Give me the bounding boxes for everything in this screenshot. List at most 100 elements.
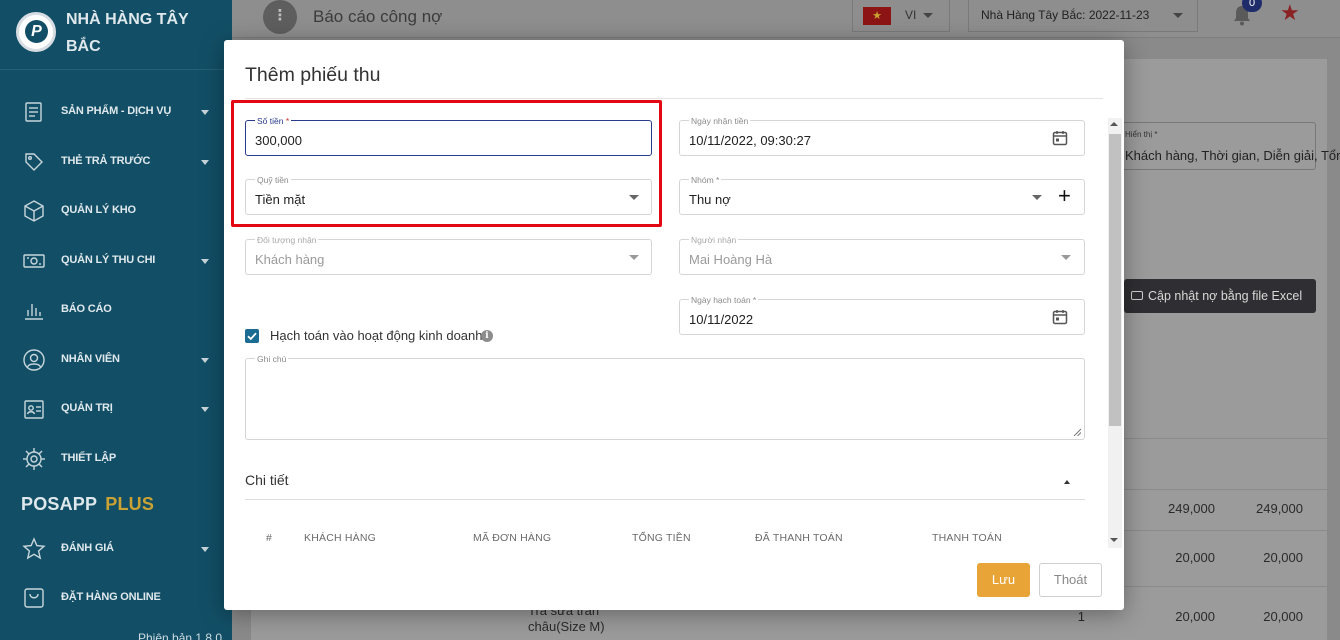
chevron-down-icon xyxy=(201,259,209,264)
table-divider xyxy=(1124,489,1328,490)
exit-button[interactable]: Thoát xyxy=(1039,563,1102,597)
sidebar-item-admin[interactable]: QUẢN TRỊ xyxy=(0,389,232,429)
sidebar-item-settings[interactable]: THIẾT LẬP xyxy=(0,439,232,479)
sidebar-item-cashflow[interactable]: QUẢN LÝ THU CHI xyxy=(0,241,232,281)
more-menu-button[interactable]: ⋮ xyxy=(263,0,297,34)
scroll-down-arrow-icon[interactable] xyxy=(1110,538,1118,542)
sidebar-item-label: QUẢN TRỊ xyxy=(61,402,113,414)
excel-update-button[interactable]: Cập nhật nợ bằng file Excel xyxy=(1124,279,1316,313)
sidebar-item-products[interactable]: SẢN PHẨM - DỊCH VỤ xyxy=(0,92,232,132)
sidebar-item-warehouse[interactable]: QUẢN LÝ KHO xyxy=(0,191,232,231)
flag-star: ★ xyxy=(872,10,882,22)
received-date-field[interactable]: Ngày nhận tiền 10/11/2022, 09:30:27 xyxy=(679,116,1085,156)
column-header-payment: THANH TOÁN xyxy=(932,532,1002,544)
table-divider xyxy=(1124,530,1328,531)
group-select[interactable]: Nhóm * Thu nợ + xyxy=(679,175,1085,215)
products-icon xyxy=(22,100,46,124)
accounting-date-field[interactable]: Ngày hạch toán * 10/11/2022 xyxy=(679,295,1085,335)
gear-icon xyxy=(22,447,46,471)
add-group-button[interactable]: + xyxy=(1058,185,1071,207)
notes-textarea[interactable]: Ghi chú xyxy=(245,354,1085,440)
table-cell: 20,000 xyxy=(1175,550,1215,565)
chevron-down-icon xyxy=(201,407,209,412)
posapp-plus-section-title: POSAPP PLUS xyxy=(21,494,154,515)
table-cell: châu(Size M) xyxy=(528,619,605,634)
column-header-customer: KHÁCH HÀNG xyxy=(304,532,377,544)
brand-name: NHÀ HÀNG TÂY BẮC xyxy=(66,11,189,55)
sidebar-item-reviews[interactable]: ĐÁNH GIÁ xyxy=(0,529,232,569)
sidebar-item-label: SẢN PHẨM - DỊCH VỤ xyxy=(61,105,172,117)
notes-label: Ghi chú xyxy=(255,354,289,364)
language-select[interactable]: ★ VI xyxy=(852,0,950,32)
app-version: Phiên bản 1.8.0 xyxy=(138,631,223,640)
calendar-icon[interactable] xyxy=(1052,130,1068,146)
favorite-star-icon[interactable]: ★ xyxy=(1280,0,1300,26)
table-cell: 20,000 xyxy=(1263,550,1303,565)
chevron-down-icon xyxy=(201,110,209,115)
title-divider xyxy=(245,98,1103,99)
receiver-object-select[interactable]: Đối tượng nhận Khách hàng xyxy=(245,235,652,275)
column-header-total: TỔNG TIỀN xyxy=(632,532,691,544)
sidebar-item-label: NHÂN VIÊN xyxy=(61,353,120,365)
prepaid-card-icon xyxy=(22,150,46,174)
language-value: VI xyxy=(905,8,917,22)
chevron-down-icon xyxy=(201,358,209,363)
sidebar-item-label: BÁO CÁO xyxy=(61,303,112,315)
sidebar-item-staff[interactable]: NHÂN VIÊN xyxy=(0,340,232,380)
receiver-object-value: Khách hàng xyxy=(255,252,325,267)
details-section-title[interactable]: Chi tiết xyxy=(245,472,289,488)
scroll-up-arrow-icon[interactable] xyxy=(1110,122,1118,126)
camera-icon xyxy=(1131,291,1143,300)
page-title: Báo cáo công nợ xyxy=(313,7,443,26)
table-divider xyxy=(1124,586,1328,587)
chevron-down-icon xyxy=(1032,195,1042,200)
received-date-value: 10/11/2022, 09:30:27 xyxy=(689,133,811,148)
dialog-title: Thêm phiếu thu xyxy=(245,64,381,86)
sidebar: P NHÀ HÀNG TÂY BẮC SẢN PHẨM - DỊCH VỤ TH… xyxy=(0,0,232,640)
vietnam-flag-icon: ★ xyxy=(863,7,891,25)
chevron-down-icon xyxy=(201,547,209,552)
calendar-icon[interactable] xyxy=(1052,309,1068,325)
info-icon[interactable]: i xyxy=(481,330,493,342)
excel-update-label: Cập nhật nợ bằng file Excel xyxy=(1148,289,1303,303)
chevron-down-icon xyxy=(629,255,639,260)
sidebar-item-label: ĐẶT HÀNG ONLINE xyxy=(61,591,161,603)
sidebar-item-online-order[interactable]: ĐẶT HÀNG ONLINE xyxy=(0,578,232,618)
store-select[interactable]: Nhà Hàng Tây Bắc: 2022-11-23 xyxy=(968,0,1198,32)
chevron-down-icon xyxy=(1061,255,1071,260)
table-cell: 249,000 xyxy=(1256,501,1303,516)
brand-header[interactable]: P NHÀ HÀNG TÂY BẮC xyxy=(0,0,232,70)
shopping-bag-icon xyxy=(22,586,46,610)
add-receipt-dialog: Thêm phiếu thu Số tiền * 300,000 Quỹ tiề… xyxy=(224,40,1124,610)
receiver-select[interactable]: Người nhận Mai Hoàng Hà xyxy=(679,235,1085,275)
table-cell: 249,000 xyxy=(1168,501,1215,516)
section-divider xyxy=(245,499,1085,500)
store-value: Nhà Hàng Tây Bắc: 2022-11-23 xyxy=(981,8,1150,22)
accounting-date-label: Ngày hạch toán * xyxy=(689,295,759,305)
accounting-checkbox-label[interactable]: Hạch toán vào hoạt động kinh doanh xyxy=(270,328,483,343)
cash-icon xyxy=(22,249,46,273)
column-header-index: # xyxy=(266,532,273,544)
sidebar-item-prepaid-card[interactable]: THẺ TRẢ TRƯỚC xyxy=(0,142,232,182)
star-outline-icon xyxy=(22,537,46,561)
plus-label: PLUS xyxy=(105,494,155,514)
sidebar-item-label: QUẢN LÝ THU CHI xyxy=(61,254,156,266)
save-button[interactable]: Lưu xyxy=(977,563,1030,597)
chevron-up-icon[interactable] xyxy=(1064,480,1070,484)
display-columns-select[interactable]: Hiển thị * Khách hàng, Thời gian, Diễn g… xyxy=(1114,122,1340,170)
bar-chart-icon xyxy=(22,298,46,322)
sidebar-item-reports[interactable]: BÁO CÁO xyxy=(0,290,232,330)
resize-handle-icon[interactable] xyxy=(1073,428,1081,436)
chevron-down-icon xyxy=(923,13,933,18)
sidebar-item-label: THIẾT LẬP xyxy=(61,452,117,464)
table-cell: 20,000 xyxy=(1263,609,1303,624)
table-cell: 1 xyxy=(1077,609,1085,624)
posapp-label: POSAPP xyxy=(21,494,98,514)
column-header-order-code: MÃ ĐƠN HÀNG xyxy=(473,532,552,544)
scrollbar-thumb[interactable] xyxy=(1109,134,1121,426)
sidebar-item-label: QUẢN LÝ KHO xyxy=(61,204,136,216)
accounting-checkbox[interactable] xyxy=(245,329,259,343)
chevron-down-icon xyxy=(1173,13,1183,18)
admin-id-card-icon xyxy=(22,397,46,421)
received-date-label: Ngày nhận tiền xyxy=(689,116,751,126)
